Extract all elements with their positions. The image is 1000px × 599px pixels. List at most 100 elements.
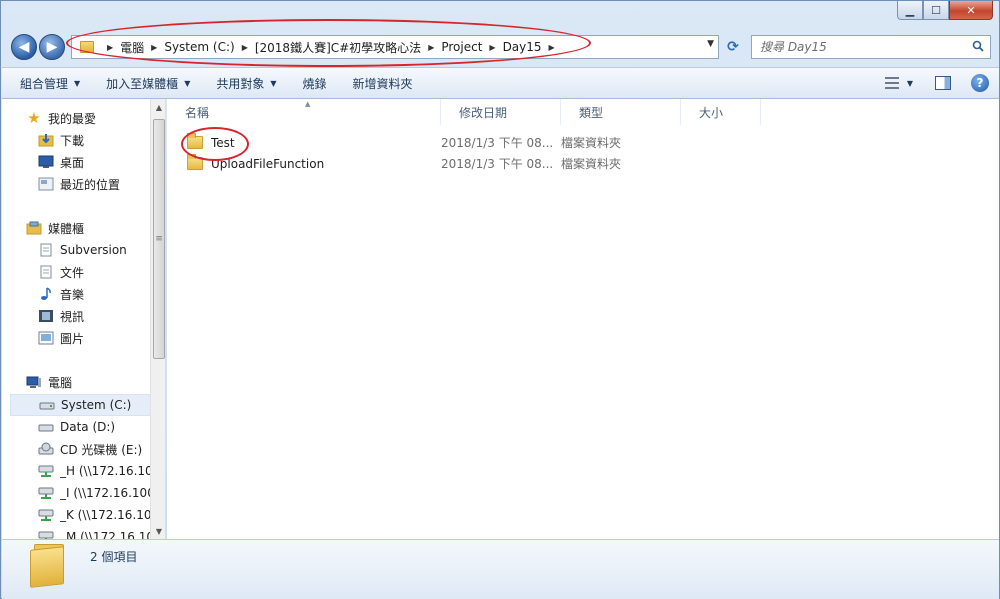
nav-label: 最近的位置 <box>60 177 121 192</box>
sort-ascending-icon: ▲ <box>305 100 311 108</box>
video-icon <box>39 310 53 322</box>
computer-icon <box>26 376 41 388</box>
chevron-down-icon: ▼ <box>74 78 81 88</box>
scroll-up-icon[interactable]: ▲ <box>151 99 165 115</box>
chevron-right-icon[interactable]: ▶ <box>107 43 113 52</box>
search-input[interactable] <box>760 40 960 54</box>
nav-label: CD 光碟機 (E:) <box>60 442 143 457</box>
music-note-icon <box>41 287 51 300</box>
recent-places-icon <box>38 177 54 191</box>
refresh-icon[interactable]: ⟳ <box>722 35 744 59</box>
nav-label: Subversion <box>60 243 127 257</box>
nav-item-network-i[interactable]: _I (\\172.16.100. <box>38 482 165 504</box>
nav-item-videos[interactable]: 視訊 <box>38 305 165 327</box>
chevron-right-icon[interactable]: ▶ <box>242 43 248 52</box>
column-header-type[interactable]: 類型 <box>561 99 681 125</box>
column-header-size[interactable]: 大小 <box>681 99 761 125</box>
breadcrumb-item-system-c[interactable]: System (C:) <box>164 40 234 54</box>
new-folder-button[interactable]: 新增資料夾 <box>353 75 413 92</box>
breadcrumb-item-day15[interactable]: Day15 <box>503 40 542 54</box>
library-icon <box>26 221 42 235</box>
address-bar[interactable]: ▶ 電腦 ▶ System (C:) ▶ [2018鐵人賽]C#初學攻略心法 ▶… <box>71 35 719 59</box>
file-name: Test <box>211 135 235 150</box>
chevron-right-icon[interactable]: ▶ <box>151 43 157 52</box>
minimize-button[interactable]: ▁ <box>897 1 923 20</box>
nav-item-favorites[interactable]: ★ 我的最愛 <box>26 107 165 129</box>
network-drive-icon <box>38 509 54 521</box>
preview-pane-icon[interactable] <box>935 76 951 90</box>
scroll-down-icon[interactable]: ▼ <box>151 523 165 539</box>
nav-item-computer[interactable]: 電腦 <box>26 371 165 393</box>
document-icon <box>40 243 52 257</box>
column-label: 修改日期 <box>459 105 508 120</box>
add-to-library-menu[interactable]: 加入至媒體櫃 ▼ <box>106 75 190 92</box>
nav-item-network-m[interactable]: _M (\\172.16.10 <box>38 526 165 539</box>
nav-item-subversion[interactable]: Subversion <box>38 239 165 261</box>
nav-item-desktop[interactable]: 桌面 <box>38 151 165 173</box>
column-header-name[interactable]: 名稱 ▲ <box>167 99 441 125</box>
network-drive-icon <box>38 465 54 477</box>
maximize-button[interactable]: ☐ <box>923 1 949 20</box>
share-with-menu[interactable]: 共用對象 ▼ <box>216 75 276 92</box>
nav-label: 我的最愛 <box>48 111 97 126</box>
folder-icon <box>30 546 64 588</box>
nav-item-pictures[interactable]: 圖片 <box>38 327 165 349</box>
navigation-row: ◀ ▶ ▶ 電腦 ▶ System (C:) ▶ [2018鐵人賽]C#初學攻略… <box>1 31 1000 63</box>
column-label: 名稱 <box>185 105 210 120</box>
downloads-icon <box>38 134 54 147</box>
column-label: 大小 <box>699 105 724 120</box>
chevron-down-icon[interactable]: ▼ <box>707 39 714 49</box>
file-row[interactable]: UploadFileFunction 2018/1/3 下午 08... 檔案資… <box>179 153 979 174</box>
network-drive-icon <box>38 531 54 539</box>
chevron-down-icon: ▼ <box>270 78 277 88</box>
nav-item-cd-e[interactable]: CD 光碟機 (E:) <box>38 438 165 460</box>
breadcrumb-item-project-root[interactable]: [2018鐵人賽]C#初學攻略心法 <box>255 39 421 56</box>
back-button[interactable]: ◀ <box>11 34 37 60</box>
nav-item-recent[interactable]: 最近的位置 <box>38 173 165 195</box>
network-drive-icon <box>38 487 54 499</box>
breadcrumb-item-computer[interactable]: 電腦 <box>120 39 144 56</box>
cd-drive-icon <box>38 442 54 455</box>
nav-item-system-c[interactable]: System (C:) <box>10 394 158 416</box>
document-icon <box>40 265 52 279</box>
file-row[interactable]: Test 2018/1/3 下午 08... 檔案資料夾 <box>179 132 979 153</box>
breadcrumb-item-project[interactable]: Project <box>441 40 482 54</box>
organize-menu[interactable]: 組合管理 ▼ <box>20 75 80 92</box>
forward-button[interactable]: ▶ <box>39 34 65 60</box>
caption-buttons: ▁ ☐ ✕ <box>897 1 993 20</box>
view-controls: ▼ ? <box>884 74 989 92</box>
nav-label: _I (\\172.16.100. <box>60 486 159 500</box>
view-options-icon[interactable] <box>884 77 899 89</box>
nav-item-music[interactable]: 音樂 <box>38 283 165 305</box>
nav-item-documents[interactable]: 文件 <box>38 261 165 283</box>
picture-icon <box>38 331 54 345</box>
help-icon[interactable]: ? <box>971 74 989 92</box>
chevron-down-icon[interactable]: ▼ <box>907 79 913 88</box>
nav-scrollbar[interactable]: ▲ ≡ ▼ <box>150 99 165 539</box>
column-header-modified[interactable]: 修改日期 <box>441 99 561 125</box>
nav-label: _K (\\172.16.100 <box>60 508 160 522</box>
close-button[interactable]: ✕ <box>949 1 993 20</box>
file-name-cell: UploadFileFunction <box>179 154 441 171</box>
nav-label: 電腦 <box>48 375 73 390</box>
nav-item-network-h[interactable]: _H (\\172.16.100 <box>38 460 165 482</box>
nav-label: 媒體櫃 <box>48 221 85 236</box>
breadcrumb: ▶ 電腦 ▶ System (C:) ▶ [2018鐵人賽]C#初學攻略心法 ▶… <box>100 39 562 56</box>
nav-item-network-k[interactable]: _K (\\172.16.100 <box>38 504 165 526</box>
folder-icon <box>187 154 203 170</box>
desktop-icon <box>38 155 54 168</box>
burn-button[interactable]: 燒錄 <box>303 75 327 92</box>
search-icon[interactable] <box>972 40 984 52</box>
nav-item-downloads[interactable]: 下載 <box>38 129 165 151</box>
chevron-down-icon: ▼ <box>184 78 191 88</box>
nav-label: _M (\\172.16.10 <box>60 530 155 539</box>
nav-item-libraries[interactable]: 媒體櫃 <box>26 217 165 239</box>
scroll-thumb[interactable]: ≡ <box>153 119 165 359</box>
chevron-right-icon[interactable]: ▶ <box>428 43 434 52</box>
chevron-right-icon[interactable]: ▶ <box>549 43 555 52</box>
nav-label: 音樂 <box>60 287 85 302</box>
file-name-cell: Test <box>179 133 441 150</box>
command-bar: 組合管理 ▼ 加入至媒體櫃 ▼ 共用對象 ▼ 燒錄 新增資料夾 ▼ ? <box>2 67 999 99</box>
nav-item-data-d[interactable]: Data (D:) <box>38 416 165 438</box>
chevron-right-icon[interactable]: ▶ <box>489 43 495 52</box>
